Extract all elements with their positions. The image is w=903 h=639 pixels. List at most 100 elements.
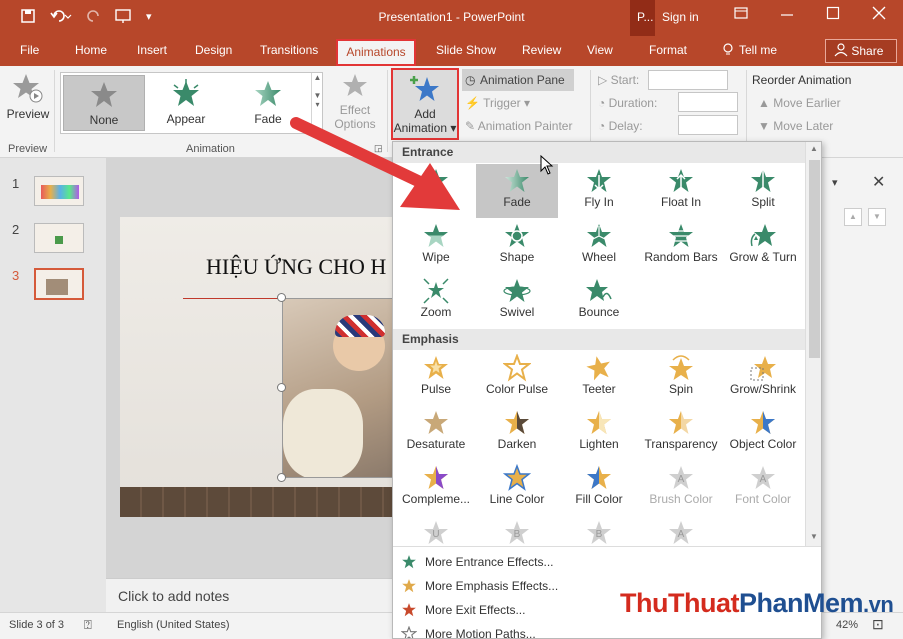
complementary-star-icon: [424, 466, 448, 489]
baby-photo[interactable]: [282, 298, 396, 478]
effect-zoom[interactable]: Zoom: [395, 274, 477, 328]
effect-label: Wipe: [422, 250, 450, 264]
more-motion-paths[interactable]: More Motion Paths...: [397, 622, 817, 638]
sign-in-link[interactable]: Sign in: [662, 10, 699, 24]
effect-color-pulse[interactable]: Color Pulse: [476, 351, 558, 405]
effect-object-color[interactable]: Object Color: [722, 406, 804, 460]
effect-random-bars[interactable]: Random Bars: [640, 219, 722, 273]
effect-complementary-color[interactable]: Compleme...: [395, 461, 477, 515]
preview-button[interactable]: Preview: [6, 72, 50, 136]
zoom-level[interactable]: 42%: [836, 619, 858, 631]
animation-pane-label: Animation Pane: [480, 73, 565, 87]
scrollbar-thumb[interactable]: [809, 160, 820, 358]
effect-line-color[interactable]: Line Color: [476, 461, 558, 515]
move-earlier-button[interactable]: ▲ Move Earlier: [758, 96, 841, 110]
more-entrance-effects[interactable]: More Entrance Effects...: [397, 550, 817, 574]
wipe-star-icon: [424, 224, 448, 247]
slide-thumbnail-1[interactable]: [34, 176, 84, 206]
tab-format[interactable]: Format: [649, 43, 687, 57]
tell-me-search[interactable]: Tell me: [739, 43, 777, 57]
annotation-arrow-icon: [290, 117, 460, 210]
shape-star-icon: [505, 224, 529, 247]
bounce-star-icon: [586, 279, 612, 301]
animation-pane-button[interactable]: ◷ Animation Pane: [462, 69, 574, 91]
tab-home[interactable]: Home: [75, 43, 107, 57]
tab-transitions[interactable]: Transitions: [260, 43, 318, 57]
resize-handle[interactable]: [277, 473, 286, 482]
effect-split[interactable]: Split: [722, 164, 804, 218]
effect-pulse[interactable]: Pulse: [395, 351, 477, 405]
effect-grow-shrink[interactable]: Grow/Shrink: [722, 351, 804, 405]
maximize-icon[interactable]: [826, 6, 840, 25]
notes-placeholder: Click to add notes: [118, 588, 230, 604]
effect-grow-turn[interactable]: Grow & Turn: [722, 219, 804, 273]
ribbon-display-options-icon[interactable]: [734, 6, 748, 25]
brush-color-star-icon: A: [669, 466, 693, 489]
effect-label: Font Color: [734, 492, 792, 506]
effect-shape[interactable]: Shape: [476, 219, 558, 273]
effect-transparency[interactable]: Transparency: [640, 406, 722, 460]
effect-label: Object Color: [729, 437, 797, 451]
effect-label: Bounce: [578, 305, 620, 319]
effect-float-in[interactable]: Float In: [640, 164, 722, 218]
gallery-item-appear[interactable]: Appear: [145, 75, 227, 131]
tab-animations[interactable]: Animations: [336, 39, 416, 66]
tab-review[interactable]: Review: [522, 43, 561, 57]
effect-label: Fill Color: [575, 492, 623, 506]
language-status[interactable]: English (United States): [117, 619, 230, 631]
effect-lighten[interactable]: Lighten: [558, 406, 640, 460]
document-title: Presentation1 - PowerPoint: [378, 10, 525, 24]
dropdown-scrollbar[interactable]: ▲ ▼: [805, 142, 821, 546]
underline-star-icon: U: [424, 521, 448, 544]
trigger-button[interactable]: ⚡ Trigger ▾: [465, 96, 530, 110]
share-label: Share: [851, 44, 884, 58]
effect-desaturate[interactable]: Desaturate: [395, 406, 477, 460]
effect-fly-in[interactable]: Fly In: [558, 164, 640, 218]
gallery-item-none[interactable]: None: [63, 75, 145, 131]
effect-spin[interactable]: Spin: [640, 351, 722, 405]
wheel-star-icon: [587, 224, 611, 247]
more-item-label: More Exit Effects...: [425, 603, 526, 617]
effect-fill-color[interactable]: Fill Color: [558, 461, 640, 515]
pane-move-down-icon[interactable]: ▼: [868, 208, 886, 226]
scroll-down-icon[interactable]: ▼: [810, 532, 818, 541]
effect-label: Brush Color: [649, 492, 713, 506]
duration-input[interactable]: [678, 92, 738, 112]
close-icon[interactable]: [872, 6, 886, 25]
pane-options-icon[interactable]: ▾: [832, 176, 838, 189]
effect-teeter[interactable]: Teeter: [558, 351, 640, 405]
tab-design[interactable]: Design: [195, 43, 232, 57]
move-later-button[interactable]: ▼ Move Later: [758, 119, 833, 133]
tab-insert[interactable]: Insert: [137, 43, 167, 57]
pane-close-icon[interactable]: ✕: [872, 172, 885, 192]
effect-swivel[interactable]: Swivel: [476, 274, 558, 328]
animation-painter-button[interactable]: ✎ Animation Painter: [465, 119, 572, 133]
group-separator: [590, 70, 591, 152]
pane-move-up-icon[interactable]: ▲: [844, 208, 862, 226]
slide-title[interactable]: HIỆU ỨNG CHO H: [206, 254, 386, 280]
scroll-up-icon[interactable]: ▲: [810, 144, 818, 153]
entrance-star-icon: [402, 555, 416, 569]
resize-handle[interactable]: [277, 383, 286, 392]
notes-pane[interactable]: Click to add notes: [106, 578, 396, 612]
tab-view[interactable]: View: [587, 43, 613, 57]
tab-file[interactable]: File: [20, 43, 39, 57]
effect-bounce[interactable]: Bounce: [558, 274, 640, 328]
object-color-star-icon: [751, 411, 775, 434]
minimize-icon[interactable]: [780, 6, 794, 25]
effect-wipe[interactable]: Wipe: [395, 219, 477, 273]
trigger-icon: ⚡: [465, 96, 480, 110]
delay-input[interactable]: [678, 115, 738, 135]
slide-thumbnail-3[interactable]: [34, 268, 84, 300]
effect-options-star-icon: [343, 74, 367, 96]
share-button[interactable]: Share: [825, 39, 897, 63]
tab-slide-show[interactable]: Slide Show: [436, 43, 496, 57]
effect-label: Wheel: [581, 250, 616, 264]
slide-thumbnail-2[interactable]: [34, 223, 84, 253]
start-dropdown[interactable]: [648, 70, 728, 90]
move-later-label: Move Later: [773, 119, 834, 133]
effect-darken[interactable]: Darken: [476, 406, 558, 460]
spellcheck-icon[interactable]: ⍰: [84, 617, 92, 633]
resize-handle[interactable]: [277, 293, 286, 302]
effect-wheel[interactable]: Wheel: [558, 219, 640, 273]
